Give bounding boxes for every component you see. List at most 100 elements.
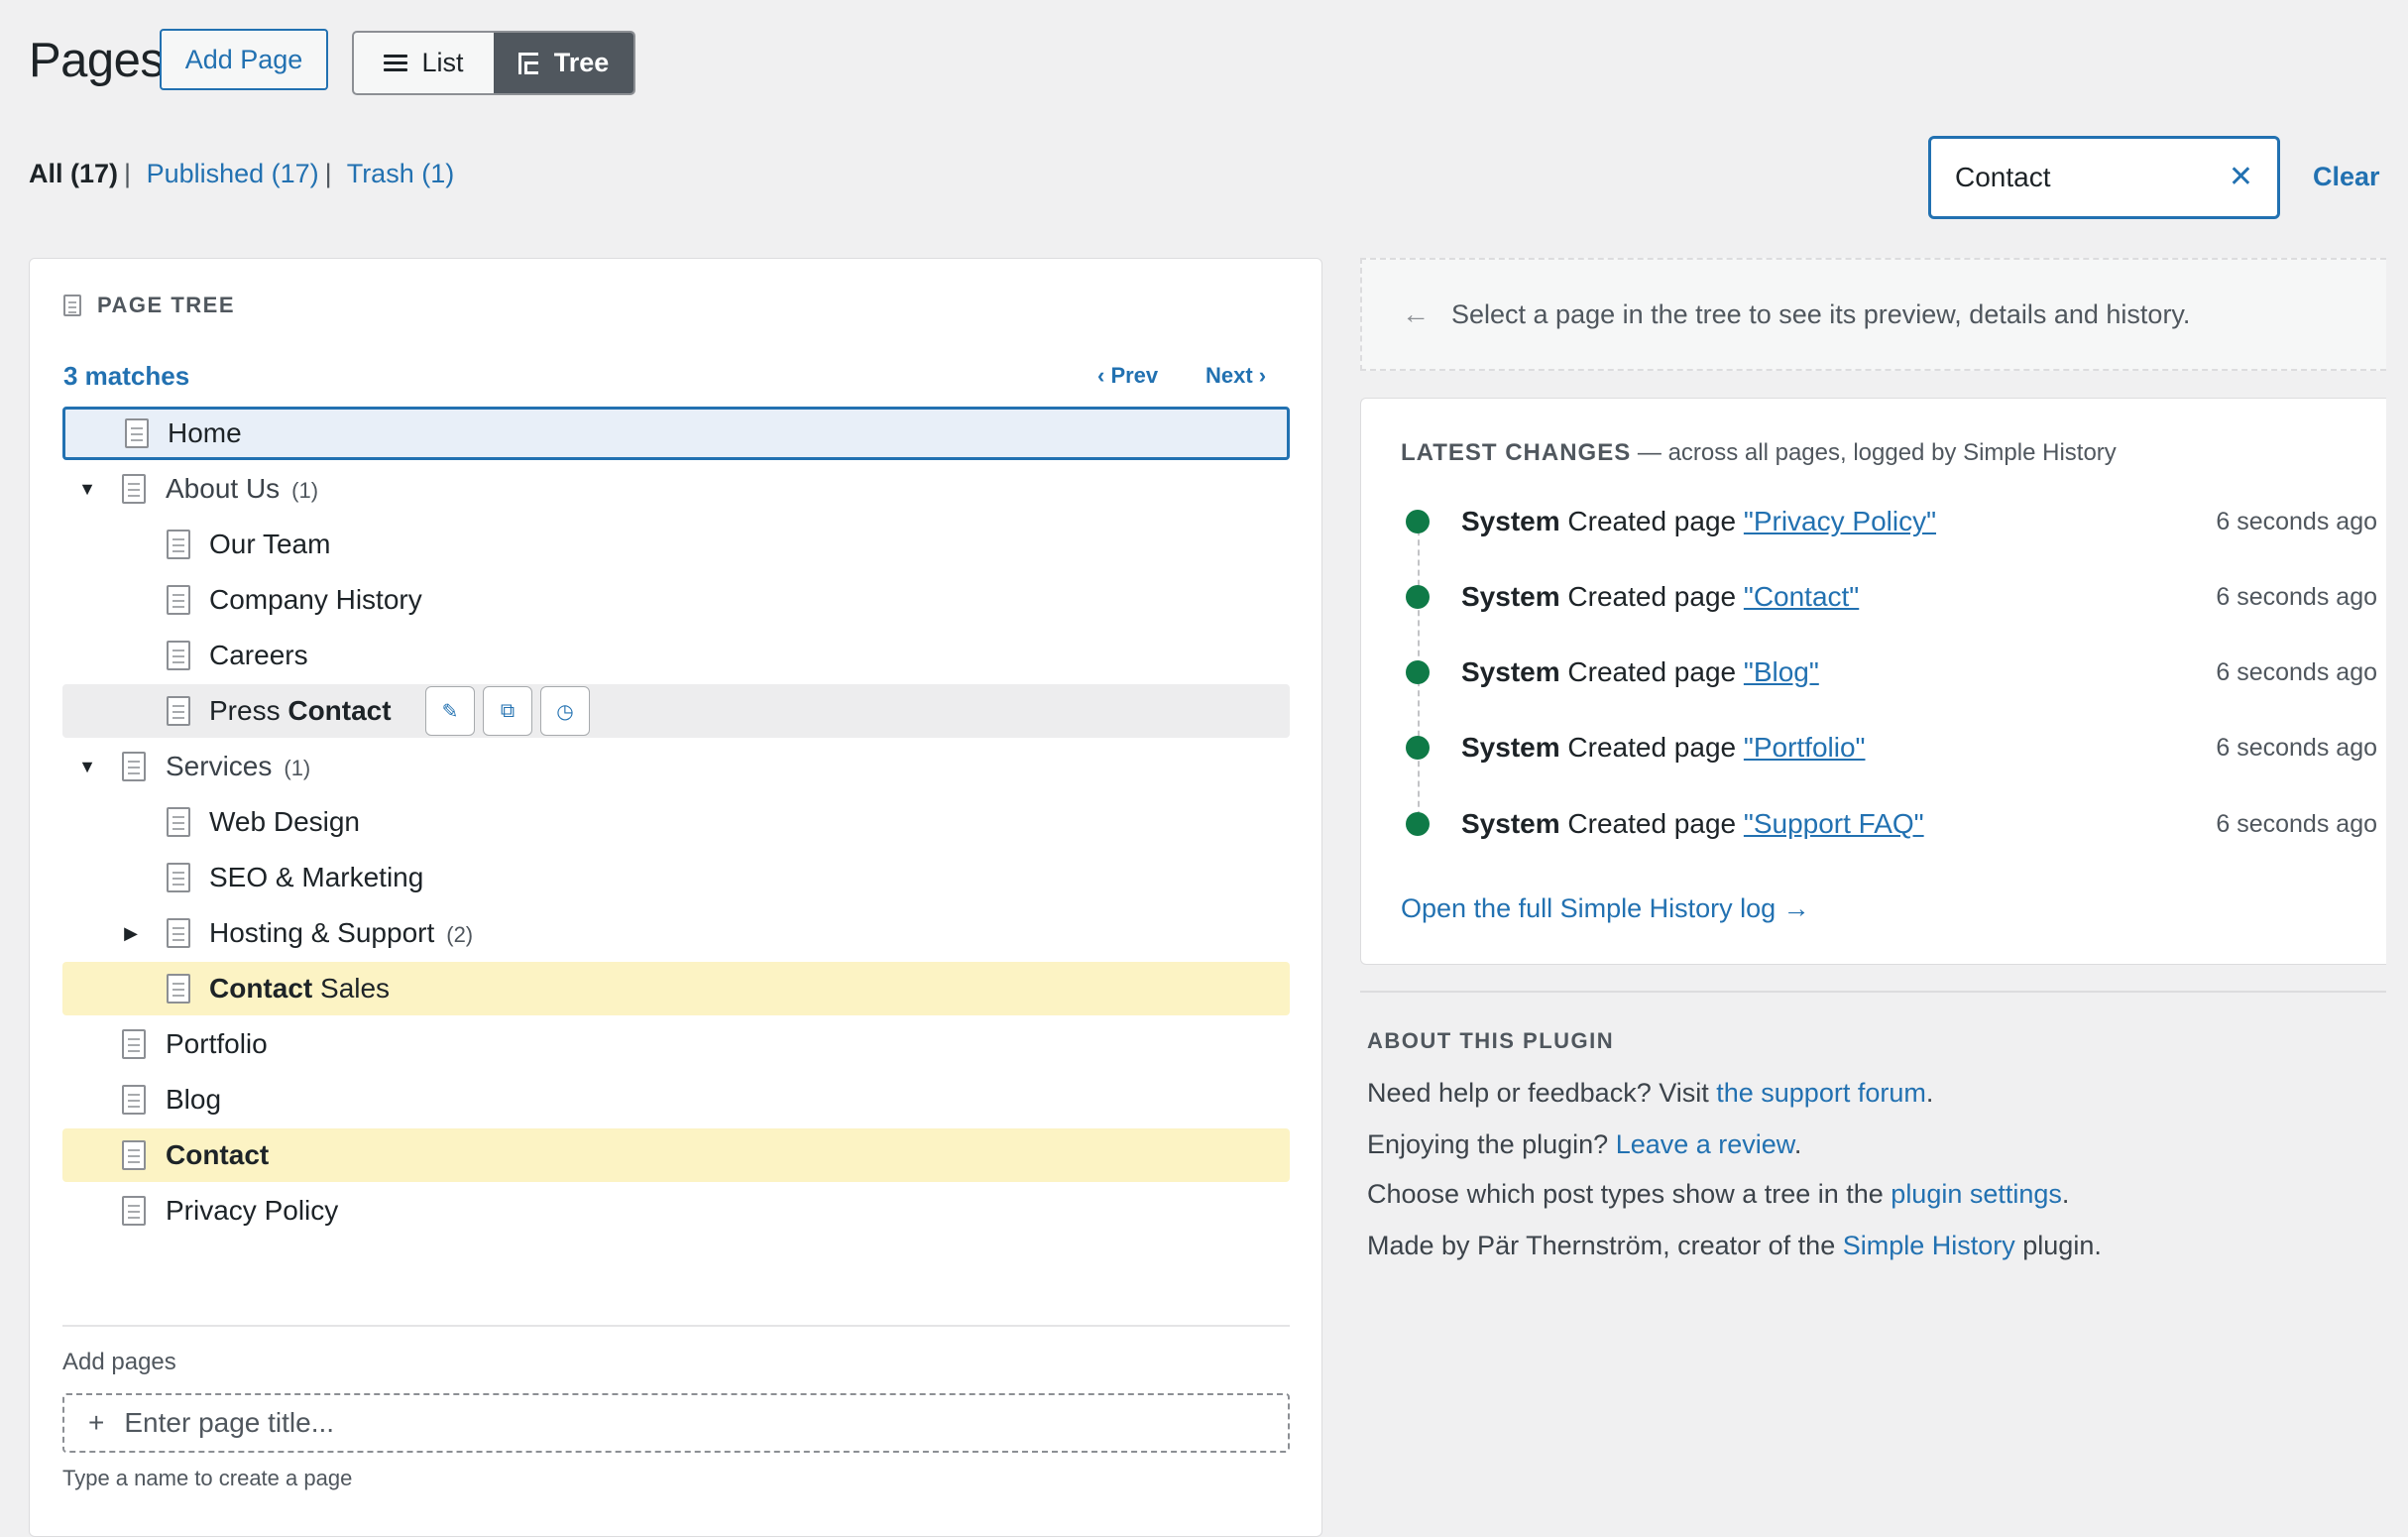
history-icon[interactable]: ◷ xyxy=(540,686,590,736)
page-icon xyxy=(167,530,190,559)
tree-row[interactable]: Contact Sales xyxy=(62,962,1290,1015)
tree-row[interactable]: Blog xyxy=(62,1073,1290,1126)
tree-icon xyxy=(517,52,540,74)
event-time: 6 seconds ago xyxy=(2216,582,2377,611)
history-event: System Created page "Portfolio" 6 second… xyxy=(1406,728,2377,768)
arrow-left-icon: ← xyxy=(1402,298,1430,329)
tree-row-label: About Us xyxy=(166,473,281,504)
tree-row[interactable]: Company History xyxy=(62,573,1290,627)
event-user: System xyxy=(1461,732,1560,763)
page-icon xyxy=(167,974,190,1004)
simple-history-link[interactable]: Simple History xyxy=(1843,1231,2015,1260)
tree-row-label: Press Contact xyxy=(209,695,392,726)
about-line-review: Enjoying the plugin? Leave a review. xyxy=(1367,1129,1802,1159)
edit-icon[interactable]: ✎ xyxy=(425,686,475,736)
tree-row-label: Services xyxy=(166,751,273,781)
page-icon xyxy=(122,752,146,781)
collapse-toggle-icon[interactable]: ▼ xyxy=(77,757,97,776)
event-page-link[interactable]: "Blog" xyxy=(1744,656,1819,687)
plus-icon: + xyxy=(88,1407,105,1438)
page-tree-icon xyxy=(63,295,81,316)
tree-row[interactable]: Our Team xyxy=(62,518,1290,571)
about-plugin-heading: ABOUT THIS PLUGIN xyxy=(1367,1028,1615,1053)
match-highlight: Contact xyxy=(287,695,392,726)
event-status-dot xyxy=(1406,736,1430,760)
tree-row[interactable]: ▶ Hosting & Support (2) xyxy=(62,906,1290,960)
event-user: System xyxy=(1461,656,1560,687)
collapse-toggle-icon[interactable]: ▼ xyxy=(77,479,97,499)
list-view-button[interactable]: List xyxy=(354,33,494,93)
tree-row[interactable]: Home xyxy=(62,407,1290,460)
tree-row-label: Our Team xyxy=(209,529,331,559)
child-count: (1) xyxy=(291,478,319,503)
page-icon xyxy=(167,863,190,892)
add-page-hint: Type a name to create a page xyxy=(62,1466,353,1490)
event-page-link[interactable]: "Privacy Policy" xyxy=(1744,506,1936,536)
add-page-button[interactable]: Add Page xyxy=(160,29,328,90)
event-status-dot xyxy=(1406,660,1430,684)
tree-row[interactable]: Press Contact ✎ ⧉ ◷ xyxy=(62,684,1290,738)
filter-trash[interactable]: Trash (1) xyxy=(347,159,455,188)
event-user: System xyxy=(1461,581,1560,612)
view-toggle: List Tree xyxy=(352,31,635,95)
tree-row[interactable]: Portfolio xyxy=(62,1017,1290,1071)
open-history-log-link[interactable]: Open the full Simple History log → xyxy=(1401,893,1810,924)
plugin-settings-link[interactable]: plugin settings xyxy=(1891,1179,2062,1209)
page-icon xyxy=(122,474,146,504)
tree-view-button[interactable]: Tree xyxy=(494,33,633,93)
leave-review-link[interactable]: Leave a review xyxy=(1616,1129,1794,1159)
search-input[interactable]: Contact ✕ xyxy=(1928,136,2280,219)
support-forum-link[interactable]: the support forum xyxy=(1716,1078,1926,1108)
tree-row[interactable]: Web Design xyxy=(62,795,1290,849)
tree-row[interactable]: ▼ Services (1) xyxy=(62,740,1290,793)
child-count: (2) xyxy=(446,922,474,947)
event-page-link[interactable]: "Portfolio" xyxy=(1744,732,1866,763)
status-filters: All (17) | Published (17) | Trash (1) xyxy=(29,157,454,190)
tree-view-label: Tree xyxy=(553,48,610,77)
event-user: System xyxy=(1461,506,1560,536)
history-event: System Created page "Contact" 6 seconds … xyxy=(1406,577,2377,617)
tree-row[interactable]: ▼ About Us (1) xyxy=(62,462,1290,516)
tree-row-label: Portfolio xyxy=(166,1028,268,1059)
divider xyxy=(1360,991,2386,993)
filter-separator: | xyxy=(324,159,332,188)
add-page-placeholder: Enter page title... xyxy=(124,1407,335,1438)
clear-search-icon[interactable]: ✕ xyxy=(2229,163,2253,192)
prev-match-link[interactable]: ‹ Prev xyxy=(1097,363,1158,389)
view-external-icon[interactable]: ⧉ xyxy=(483,686,532,736)
event-time: 6 seconds ago xyxy=(2216,809,2377,838)
filter-published[interactable]: Published (17) xyxy=(147,159,319,188)
search-value: Contact xyxy=(1955,162,2051,192)
event-time: 6 seconds ago xyxy=(2216,733,2377,762)
preview-placeholder: ← Select a page in the tree to see its p… xyxy=(1360,258,2386,371)
tree-row-label: Company History xyxy=(209,584,422,615)
tree-row[interactable]: Contact xyxy=(62,1128,1290,1182)
history-event: System Created page "Blog" 6 seconds ago xyxy=(1406,652,2377,692)
page-icon xyxy=(167,807,190,837)
tree-row[interactable]: Privacy Policy xyxy=(62,1184,1290,1238)
event-page-link[interactable]: "Contact" xyxy=(1744,581,1859,612)
tree-row-label: Hosting & Support xyxy=(209,917,435,948)
page-icon xyxy=(122,1140,146,1170)
filter-all[interactable]: All (17) xyxy=(29,159,118,188)
page-tree-heading: PAGE TREE xyxy=(63,293,235,318)
clear-search-link[interactable]: Clear xyxy=(2313,162,2380,192)
event-user: System xyxy=(1461,808,1560,839)
event-time: 6 seconds ago xyxy=(2216,657,2377,686)
match-highlight: Contact xyxy=(166,1139,270,1170)
page-icon xyxy=(167,696,190,726)
expand-toggle-icon[interactable]: ▶ xyxy=(121,923,141,943)
tree-row-label: Blog xyxy=(166,1084,222,1115)
filter-separator: | xyxy=(124,159,132,188)
add-pages-label: Add pages xyxy=(62,1349,176,1375)
tree-row[interactable]: SEO & Marketing xyxy=(62,851,1290,904)
child-count: (1) xyxy=(284,756,311,780)
next-match-link[interactable]: Next › xyxy=(1205,363,1266,389)
add-page-title-input[interactable]: + Enter page title... xyxy=(62,1393,1290,1453)
tree-row-label: Home xyxy=(168,417,242,448)
page-icon xyxy=(122,1029,146,1059)
event-page-link[interactable]: "Support FAQ" xyxy=(1744,808,1924,839)
tree-row[interactable]: Careers xyxy=(62,629,1290,682)
divider xyxy=(62,1325,1290,1327)
page-icon xyxy=(122,1085,146,1115)
